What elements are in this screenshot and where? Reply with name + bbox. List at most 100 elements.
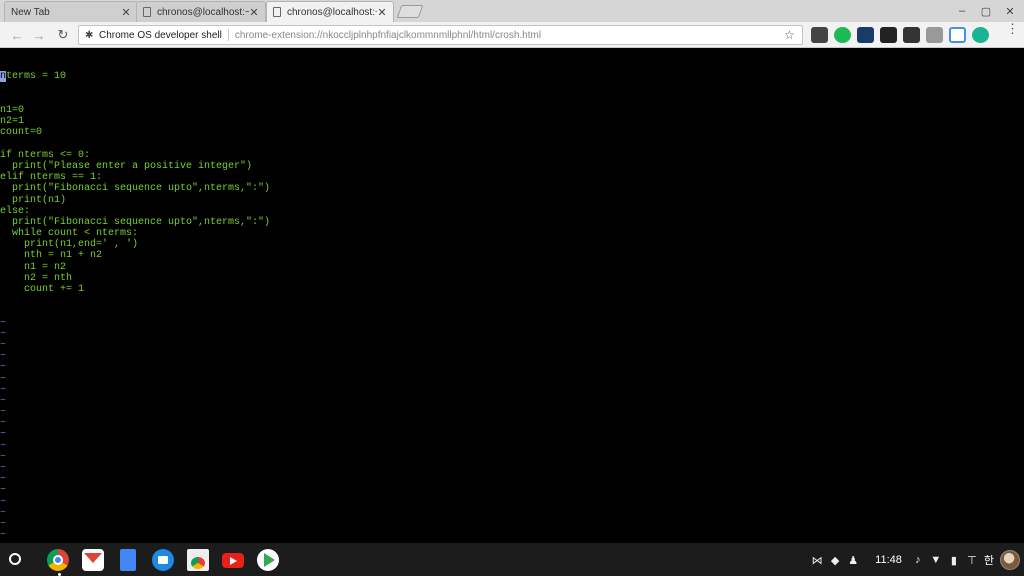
- close-icon[interactable]: ✕: [1000, 2, 1020, 20]
- webstore-icon[interactable]: [187, 549, 209, 571]
- maximize-icon[interactable]: ▢: [976, 2, 996, 20]
- extension-icon[interactable]: [857, 27, 874, 43]
- code-line: else:: [0, 205, 31, 217]
- tab-crosh-2[interactable]: chronos@localhost:~/ ✕: [266, 1, 394, 22]
- extension-icon[interactable]: [926, 27, 943, 43]
- empty-line-tilde: ~: [0, 351, 7, 363]
- status-tray[interactable]: ⋈ ◆ ♟ 11:48 ♪ ▼ ▮ ⊤ 한: [811, 550, 1020, 570]
- empty-line-tilde: ~: [0, 362, 7, 374]
- share-icon: ⋈: [811, 554, 823, 567]
- empty-line-tilde: ~: [0, 518, 7, 530]
- close-tab-icon[interactable]: ✕: [249, 6, 259, 19]
- empty-line-tilde: ~: [0, 507, 7, 519]
- docs-icon[interactable]: [120, 549, 136, 571]
- tab-label: chronos@localhost:~/: [157, 6, 249, 18]
- pinned-apps: [47, 549, 279, 571]
- chrome-icon[interactable]: [47, 549, 69, 571]
- chromeos-shelf: ⋈ ◆ ♟ 11:48 ♪ ▼ ▮ ⊤ 한: [0, 543, 1024, 576]
- new-tab-button[interactable]: [396, 5, 424, 18]
- empty-line-tilde: ~: [0, 373, 7, 385]
- tab-new-tab[interactable]: New Tab ✕: [4, 1, 138, 22]
- empty-line-tilde: ~: [0, 440, 7, 452]
- extension-icon[interactable]: [972, 27, 989, 43]
- gmail-icon[interactable]: [82, 549, 104, 571]
- avatar[interactable]: [1000, 550, 1020, 570]
- person-icon: ♟: [848, 554, 859, 567]
- omnibox-url[interactable]: chrome-extension://nkoccljplnhpfnfiajclk…: [235, 30, 784, 41]
- extension-icon[interactable]: [903, 27, 920, 43]
- code-line: n1=0: [0, 105, 25, 116]
- code-line: nth = n1 + n2: [0, 250, 103, 262]
- empty-line-tilde: ~: [0, 451, 7, 463]
- code-line: print(n1): [0, 194, 67, 206]
- code-block: n1=0 n2=1 count=0 if nterms <= 0: print("Pl…: [0, 105, 1024, 295]
- files-icon[interactable]: [152, 549, 174, 571]
- terminal-line: nterms = 10: [0, 71, 1024, 83]
- extension-icon[interactable]: [811, 27, 828, 43]
- close-tab-icon[interactable]: ✕: [377, 6, 387, 19]
- empty-line-tilde: ~: [0, 429, 7, 441]
- bookmark-star-icon[interactable]: ☆: [784, 28, 798, 42]
- empty-buffer-lines: ~~~~~~~~~~~~~~~~~~~~~~~~~: [0, 318, 1024, 543]
- code-line: while count < nterms:: [0, 228, 139, 240]
- play-store-icon[interactable]: [257, 549, 279, 571]
- browser-toolbar: ← → ↻ ✱ Chrome OS developer shell chrome…: [0, 22, 1024, 48]
- clock: 11:48: [875, 554, 902, 566]
- keyboard-icon: ⊤: [967, 554, 977, 567]
- android-icon: ◆: [830, 554, 840, 567]
- empty-line-tilde: ~: [0, 328, 7, 340]
- omnibox-page-title: Chrome OS developer shell: [99, 29, 222, 41]
- page-icon: [143, 7, 151, 17]
- code-line: terms = 10: [6, 71, 67, 83]
- menu-icon[interactable]: ⋮: [1006, 22, 1019, 35]
- tab-crosh-1[interactable]: chronos@localhost:~/ ✕: [136, 1, 266, 22]
- empty-line-tilde: ~: [0, 485, 7, 497]
- extension-bar: [811, 27, 989, 43]
- battery-icon: ▮: [950, 554, 957, 567]
- extension-puzzle-icon: ✱: [85, 29, 94, 41]
- forward-icon[interactable]: →: [30, 26, 48, 44]
- ime-indicator: 한: [983, 555, 994, 567]
- code-line: print("Fibonacci sequence upto",nterms,"…: [0, 216, 271, 228]
- tab-label: chronos@localhost:~/: [287, 6, 377, 18]
- code-line: n2 = nth: [0, 272, 73, 284]
- youtube-icon[interactable]: [222, 553, 244, 568]
- code-line: n1 = n2: [0, 261, 67, 273]
- page-icon: [273, 7, 281, 17]
- wifi-icon: ▼: [930, 554, 942, 566]
- terminal-content[interactable]: nterms = 10 n1=0 n2=1 count=0 if nterms <= …: [0, 49, 1024, 543]
- empty-line-tilde: ~: [0, 530, 7, 542]
- tab-label: New Tab: [11, 6, 50, 18]
- code-line: count += 1: [0, 284, 85, 295]
- code-line: print("Fibonacci sequence upto",nterms,"…: [0, 183, 271, 195]
- close-tab-icon[interactable]: ✕: [121, 6, 131, 19]
- reload-icon[interactable]: ↻: [54, 26, 72, 44]
- empty-line-tilde: ~: [0, 407, 7, 419]
- extension-icon[interactable]: [949, 27, 966, 43]
- omnibox[interactable]: ✱ Chrome OS developer shell chrome-exten…: [78, 25, 803, 45]
- back-icon[interactable]: ←: [8, 26, 26, 44]
- empty-line-tilde: ~: [0, 496, 7, 508]
- empty-line-tilde: ~: [0, 384, 7, 396]
- window-controls: – ▢ ✕: [952, 2, 1020, 20]
- tab-strip: New Tab ✕ chronos@localhost:~/ ✕ chronos…: [0, 0, 1024, 22]
- empty-line-tilde: ~: [0, 339, 7, 351]
- empty-line-tilde: ~: [0, 463, 7, 475]
- code-line: elif nterms == 1:: [0, 172, 103, 184]
- extension-icon[interactable]: [834, 27, 851, 43]
- mute-icon: ♪: [915, 554, 921, 566]
- code-line: count=0: [0, 127, 43, 139]
- empty-line-tilde: ~: [0, 474, 7, 486]
- minimize-icon[interactable]: –: [952, 2, 972, 20]
- code-line: print(n1,end=' , '): [0, 239, 139, 251]
- omnibox-divider: [227, 29, 229, 41]
- code-line: print("Please enter a positive integer"): [0, 160, 253, 172]
- empty-line-tilde: ~: [0, 395, 7, 407]
- extension-icon[interactable]: [880, 27, 897, 43]
- empty-line-tilde: ~: [0, 317, 7, 329]
- empty-line-tilde: ~: [0, 418, 7, 430]
- code-line: n2=1: [0, 116, 25, 128]
- launcher-button[interactable]: [9, 553, 21, 565]
- code-line: if nterms <= 0:: [0, 149, 91, 161]
